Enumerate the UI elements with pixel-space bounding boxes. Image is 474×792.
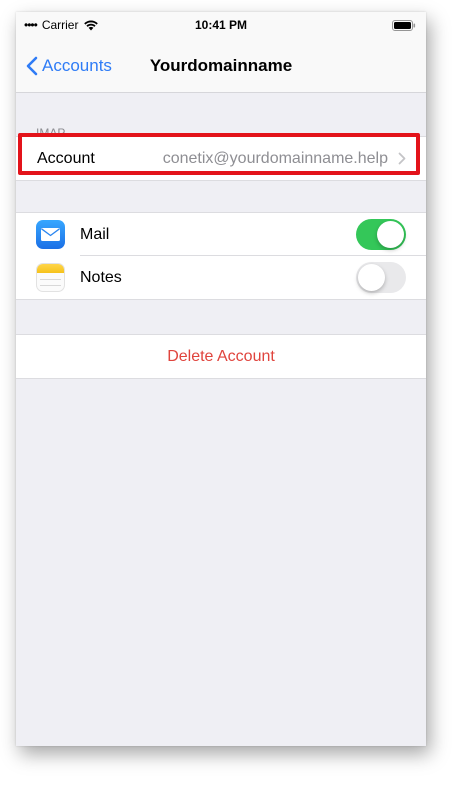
navigation-bar: Accounts Yourdomainname (16, 40, 426, 93)
apps-group: Mail Notes (16, 212, 426, 300)
notes-label: Notes (80, 268, 122, 286)
chevron-right-icon (398, 152, 406, 165)
notes-icon (36, 263, 65, 292)
battery-icon (392, 20, 416, 31)
back-button-label: Accounts (42, 56, 112, 75)
status-bar: •••• Carrier 10:41 PM (16, 12, 426, 40)
account-row[interactable]: Account conetix@yourdomainname.help (16, 137, 426, 180)
chevron-left-icon (26, 56, 38, 76)
mail-label: Mail (80, 225, 110, 243)
back-button[interactable]: Accounts (26, 40, 112, 92)
account-label: Account (37, 149, 95, 167)
status-time: 10:41 PM (194, 18, 248, 32)
toggle-knob (358, 264, 385, 291)
delete-group: Delete Account (16, 334, 426, 379)
notes-toggle[interactable] (356, 262, 406, 293)
delete-account-button[interactable]: Delete Account (16, 335, 426, 378)
imap-group: Account conetix@yourdomainname.help (16, 136, 426, 181)
account-value: conetix@yourdomainname.help (162, 149, 388, 167)
toggle-knob (377, 221, 404, 248)
mail-toggle[interactable] (356, 219, 406, 250)
mail-row: Mail (16, 213, 426, 256)
phone-screen: •••• Carrier 10:41 PM Accounts Yourdomai… (16, 12, 426, 746)
mail-icon (36, 220, 65, 249)
notes-row: Notes (16, 256, 426, 299)
